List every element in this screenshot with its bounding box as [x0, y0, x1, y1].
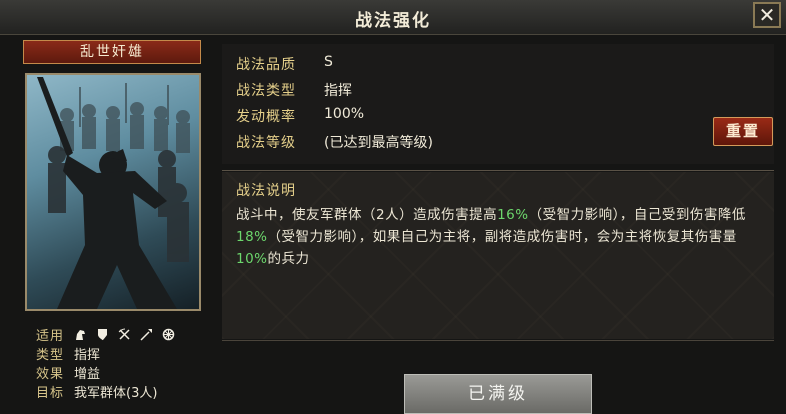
info-row-quality: 战法品质 S [236, 54, 333, 74]
tactic-meta: 适用 类型 指挥 效果 增益 目标 我军群体(3人) [36, 325, 175, 401]
highlight-value: 18% [236, 229, 268, 245]
info-label: 战法类型 [236, 83, 296, 99]
troop-type-icons [74, 328, 175, 341]
info-label: 战法等级 [236, 135, 296, 151]
meta-label: 效果 [36, 367, 65, 382]
description-part: （受智力影响），自己受到伤害降低 [528, 207, 746, 223]
meta-row-effect: 效果 增益 [36, 363, 175, 382]
divider [222, 340, 774, 341]
meta-label: 适用 [36, 329, 65, 344]
description-text: 战斗中，使友军群体（2人）造成伤害提高16%（受智力影响），自己受到伤害降低 18… [236, 204, 762, 270]
description-part: 的兵力 [267, 251, 310, 267]
close-icon: ✕ [758, 3, 776, 27]
highlight-value: 16% [497, 207, 529, 223]
shield-icon [96, 328, 109, 341]
info-row-level: 战法等级 (已达到最高等级) [236, 132, 433, 152]
spear-icon [140, 328, 153, 341]
description-panel: 战法说明 战斗中，使友军群体（2人）造成伤害提高16%（受智力影响），自己受到伤… [222, 172, 774, 339]
tactic-name: 乱世奸雄 [23, 40, 201, 64]
info-value: (已达到最高等级) [324, 135, 433, 151]
bow-icon [118, 328, 131, 341]
meta-value: 我军群体(3人) [74, 386, 158, 401]
tactic-info-panel: 战法品质 S 战法类型 指挥 发动概率 100% 战法等级 (已达到最高等级) [222, 44, 774, 164]
info-value: 100% [324, 106, 365, 122]
info-label: 战法品质 [236, 57, 296, 73]
meta-label: 目标 [36, 386, 65, 401]
meta-value: 指挥 [74, 348, 101, 363]
reset-button[interactable]: 重置 [713, 117, 773, 146]
meta-row-type: 类型 指挥 [36, 344, 175, 363]
warrior-portrait-icon [25, 73, 201, 311]
wheel-icon [162, 328, 175, 341]
info-label: 发动概率 [236, 109, 296, 125]
title-bar: 战法强化 [0, 0, 786, 35]
highlight-value: 10% [236, 251, 268, 267]
page-title: 战法强化 [355, 11, 431, 31]
close-button[interactable]: ✕ [753, 2, 781, 28]
description-part: （受智力影响），如果自己为主将，副将造成伤害时，会为主将恢复其伤害量 [267, 229, 737, 245]
meta-row-target: 目标 我军群体(3人) [36, 382, 175, 401]
divider [222, 170, 774, 171]
description-title: 战法说明 [236, 183, 296, 199]
info-row-type: 战法类型 指挥 [236, 80, 352, 100]
description-part: 战斗中，使友军群体（2人）造成伤害提高 [236, 207, 498, 223]
meta-row-suitable: 适用 [36, 325, 175, 344]
info-value: 指挥 [324, 83, 352, 99]
cavalry-icon [74, 328, 87, 341]
maxed-button[interactable]: 已满级 [404, 374, 592, 414]
info-row-rate: 发动概率 100% [236, 106, 364, 126]
meta-label: 类型 [36, 348, 65, 363]
info-value: S [324, 54, 333, 70]
meta-value: 增益 [74, 367, 101, 382]
